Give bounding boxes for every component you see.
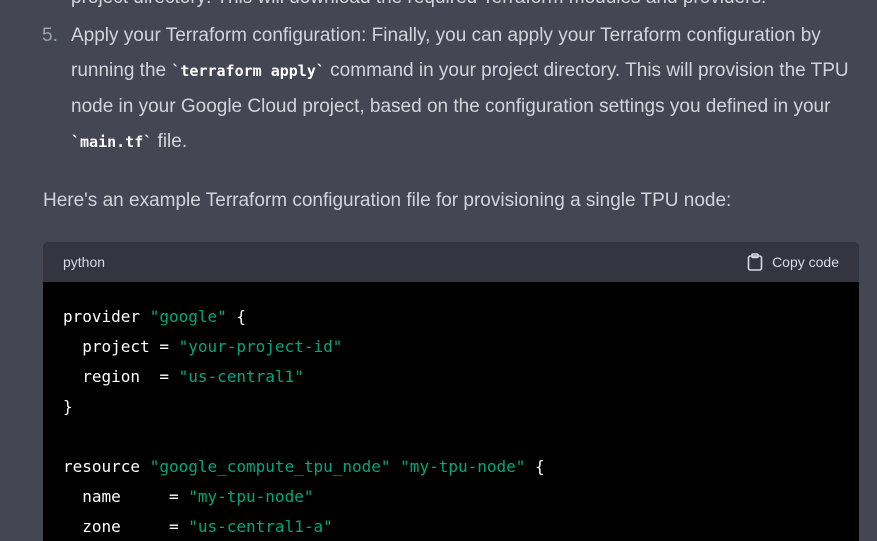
code-string-token: "us-central1" bbox=[178, 367, 304, 386]
inline-code-terraform-apply: `terraform apply` bbox=[171, 62, 325, 80]
code-string-token: "us-central1-a" bbox=[188, 517, 333, 536]
inline-code-main-tf: `main.tf` bbox=[71, 133, 153, 151]
code-token: resource bbox=[63, 457, 150, 476]
code-language-label: python bbox=[63, 254, 106, 270]
code-line: name = "my-tpu-node" bbox=[63, 482, 859, 512]
copy-code-label: Copy code bbox=[772, 254, 839, 270]
code-line: region = "us-central1" bbox=[63, 362, 859, 392]
code-line: } bbox=[63, 392, 859, 422]
code-token: region = bbox=[63, 367, 179, 386]
step-text-part: file. bbox=[152, 131, 188, 152]
step-5-text: Apply your Terraform configuration: Fina… bbox=[71, 18, 861, 160]
code-line: provider "google" { bbox=[63, 302, 859, 332]
code-string-token: "google" bbox=[149, 307, 227, 326]
code-string-token: "your-project-id" bbox=[178, 337, 343, 356]
code-content: provider "google" { project = "your-proj… bbox=[43, 282, 859, 541]
code-token: { bbox=[525, 457, 545, 476]
list-number: 5. bbox=[42, 25, 58, 46]
code-string-token: "my-tpu-node" bbox=[400, 457, 526, 476]
code-token: } bbox=[63, 397, 73, 416]
code-token: { bbox=[226, 307, 247, 326]
code-token: provider bbox=[63, 307, 150, 326]
code-line: zone = "us-central1-a" bbox=[63, 512, 859, 541]
clipboard-icon bbox=[747, 253, 763, 271]
previous-step-text: project directory: This will download th… bbox=[71, 0, 766, 9]
code-string-token: "my-tpu-node" bbox=[188, 487, 314, 506]
code-token: name = bbox=[63, 487, 189, 506]
code-token: zone = bbox=[63, 517, 189, 536]
code-line: resource "google_compute_tpu_node" "my-t… bbox=[63, 452, 859, 482]
example-intro-paragraph: Here's an example Terraform configuratio… bbox=[43, 190, 732, 211]
code-token: project = bbox=[63, 337, 179, 356]
code-block: python Copy code provider "google" { pro… bbox=[43, 242, 859, 541]
code-line: project = "your-project-id" bbox=[63, 332, 859, 362]
code-header: python Copy code bbox=[43, 242, 859, 282]
copy-code-button[interactable]: Copy code bbox=[747, 242, 839, 282]
code-string-token: "google_compute_tpu_node" bbox=[149, 457, 391, 476]
